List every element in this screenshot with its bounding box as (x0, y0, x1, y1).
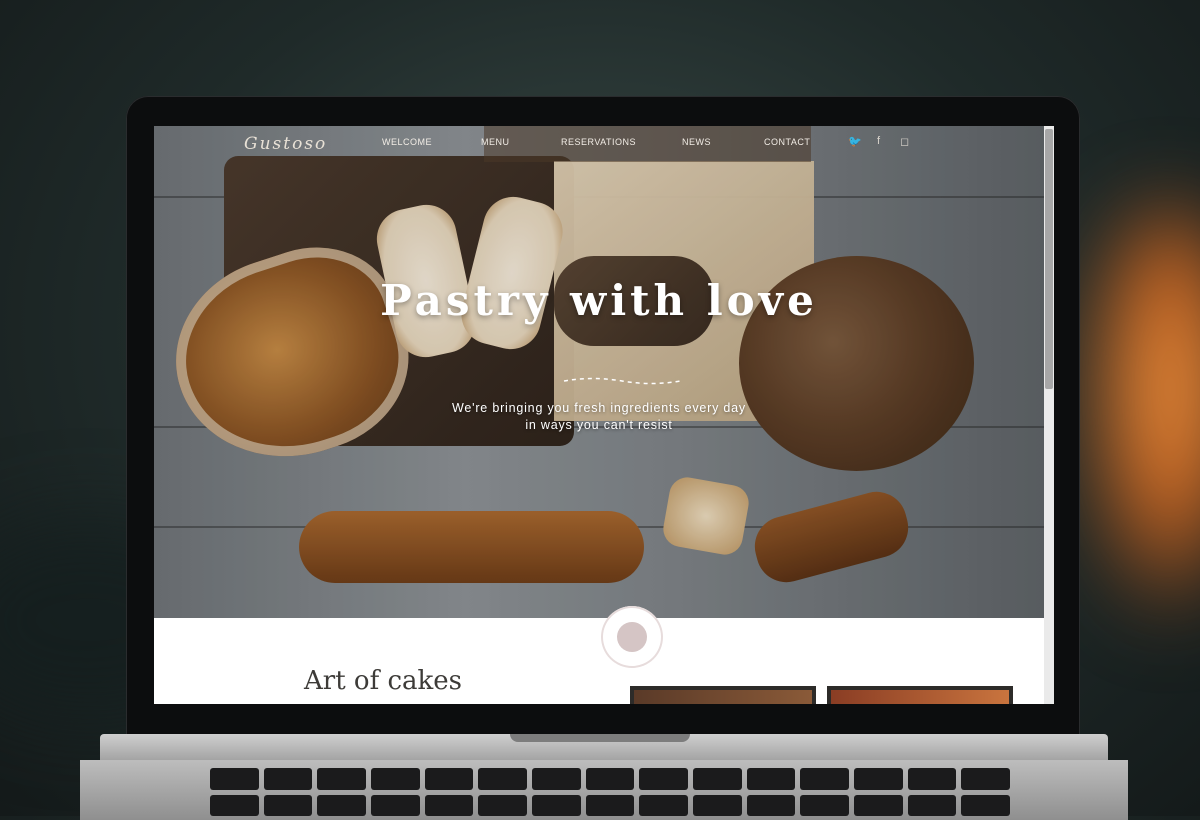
hero-divider-ornament (563, 377, 681, 385)
keyboard-key (317, 794, 366, 816)
keyboard-key (371, 768, 420, 790)
laptop-screen: Gustoso WELCOME MENU RESERVATIONS NEWS C… (154, 126, 1054, 704)
keyboard-key (693, 794, 742, 816)
nav-highlight (484, 126, 811, 162)
emblem-inner (617, 622, 647, 652)
keyboard-key (746, 794, 796, 816)
keyboard-key (585, 794, 635, 816)
keyboard-key (907, 794, 957, 816)
keyboard-key (424, 768, 474, 790)
nav-item-menu[interactable]: MENU (481, 137, 510, 147)
nav-item-contact[interactable]: CONTACT (764, 137, 810, 147)
hero-subtitle: We're bringing you fresh ingredients eve… (154, 400, 1044, 434)
keyboard-key (961, 794, 1010, 816)
twitter-icon[interactable]: 🐦 (848, 135, 862, 148)
hero-title: Pastry with love (380, 276, 818, 325)
nav-item-reservations[interactable]: RESERVATIONS (561, 137, 636, 147)
instagram-icon[interactable]: ◻ (900, 135, 909, 148)
hero-subtitle-line2: in ways you can't resist (525, 418, 673, 432)
keyboard-key (371, 794, 420, 816)
keyboard-key (263, 768, 313, 790)
gallery-thumbnail[interactable] (827, 686, 1013, 704)
keyboard-key (478, 794, 527, 816)
keyboard-key (854, 794, 903, 816)
keyboard-key (585, 768, 635, 790)
hero-subtitle-line1: We're bringing you fresh ingredients eve… (452, 401, 746, 415)
keyboard-key (210, 768, 259, 790)
section-title: Art of cakes (304, 666, 463, 696)
top-navigation: Gustoso WELCOME MENU RESERVATIONS NEWS C… (154, 126, 1044, 162)
keyboard-key (317, 768, 366, 790)
nav-item-news[interactable]: NEWS (682, 137, 711, 147)
keyboard-key (424, 794, 474, 816)
keyboard-key (263, 794, 313, 816)
facebook-icon[interactable]: f (877, 135, 880, 147)
site-logo[interactable]: Gustoso (244, 134, 327, 154)
keyboard-key (693, 768, 742, 790)
laptop-hinge-notch (510, 734, 690, 742)
keyboard-key (907, 768, 957, 790)
keyboard-key (532, 768, 581, 790)
gallery-thumbnail[interactable] (630, 686, 816, 704)
keyboard-key (210, 794, 259, 816)
hero-section: Gustoso WELCOME MENU RESERVATIONS NEWS C… (154, 126, 1044, 618)
keyboard-key (961, 768, 1010, 790)
keyboard-key (478, 768, 527, 790)
laptop-keyboard (210, 768, 1010, 816)
keyboard-key (800, 768, 849, 790)
background-lamp-glow (1085, 200, 1200, 620)
scrollbar-thumb[interactable] (1045, 129, 1053, 389)
keyboard-key (746, 768, 796, 790)
bakery-emblem-icon (601, 606, 663, 668)
keyboard-key (800, 794, 849, 816)
keyboard-key (639, 768, 688, 790)
keyboard-key (854, 768, 903, 790)
nav-item-welcome[interactable]: WELCOME (382, 137, 432, 147)
hero-overlay (154, 126, 1044, 618)
keyboard-key (639, 794, 688, 816)
keyboard-key (532, 794, 581, 816)
